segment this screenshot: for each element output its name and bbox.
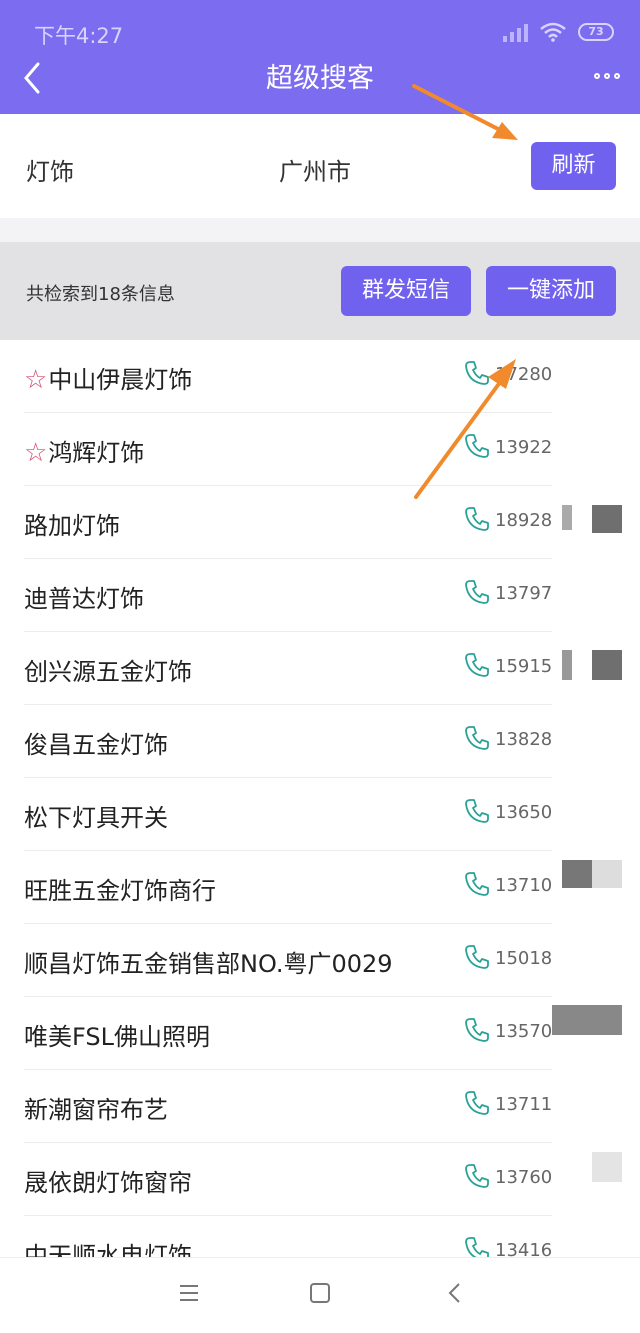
company-name: 俊昌五金灯饰 — [24, 725, 168, 760]
wifi-icon — [540, 22, 566, 42]
bulk-sms-button[interactable]: 群发短信 — [341, 266, 471, 316]
company-name-text: 中山伊晨灯饰 — [48, 366, 193, 394]
company-name-text: 新潮窗帘布艺 — [24, 1096, 168, 1124]
phone-icon[interactable] — [464, 1163, 490, 1189]
company-name-text: 旺胜五金灯饰商行 — [24, 877, 216, 905]
phone-icon[interactable] — [464, 579, 490, 605]
company-name: 唯美FSL佛山照明 — [24, 1017, 210, 1052]
company-name: 松下灯具开关 — [24, 798, 168, 833]
list-item[interactable]: 旺胜五金灯饰商行 13710 — [24, 851, 640, 924]
battery-icon: 73 — [578, 23, 614, 41]
company-name-text: 顺昌灯饰五金销售部NO.粤广0029 — [24, 950, 393, 978]
company-name-text: 俊昌五金灯饰 — [24, 731, 168, 759]
page-title: 超级搜客 — [266, 63, 374, 94]
phone-icon[interactable] — [464, 871, 490, 897]
list-item[interactable]: 唯美FSL佛山照明 13570 — [24, 997, 640, 1070]
status-bar: 下午4:27 73 — [0, 0, 640, 64]
company-name: ☆中山伊晨灯饰 — [24, 360, 192, 395]
list-item[interactable]: 创兴源五金灯饰 15915 — [24, 632, 640, 705]
list-item[interactable]: 迪普达灯饰 13797 — [24, 559, 640, 632]
more-icon[interactable] — [594, 66, 622, 86]
company-name-text: 鸿辉灯饰 — [48, 439, 145, 467]
system-nav-bar — [0, 1257, 640, 1333]
phone-icon[interactable] — [464, 506, 490, 532]
home-icon[interactable] — [309, 1282, 331, 1304]
list-item[interactable]: 路加灯饰 18928 — [24, 486, 640, 559]
menu-icon[interactable] — [178, 1282, 200, 1304]
company-name: 晟依朗灯饰窗帘 — [24, 1163, 192, 1198]
phone-icon[interactable] — [464, 798, 490, 824]
results-summary-bar: 共检索到18条信息 群发短信 一键添加 — [0, 242, 640, 340]
phone-icon[interactable] — [464, 1090, 490, 1116]
company-name: ☆鸿辉灯饰 — [24, 433, 144, 468]
refresh-button[interactable]: 刷新 — [531, 142, 616, 190]
star-outline-icon[interactable]: ☆ — [24, 365, 47, 395]
company-name: 路加灯饰 — [24, 506, 120, 541]
phone-icon[interactable] — [464, 360, 490, 386]
keyword-selector[interactable]: 灯饰 — [26, 152, 74, 187]
back-nav-icon[interactable] — [444, 1282, 466, 1304]
company-name: 创兴源五金灯饰 — [24, 652, 192, 687]
section-divider — [0, 218, 640, 242]
list-item[interactable]: 新潮窗帘布艺 13711 — [24, 1070, 640, 1143]
search-filter-bar: 灯饰 广州市 刷新 — [0, 114, 640, 218]
list-item[interactable]: 晟依朗灯饰窗帘 13760 — [24, 1143, 640, 1216]
company-name: 顺昌灯饰五金销售部NO.粤广0029 — [24, 944, 393, 979]
phone-icon[interactable] — [464, 725, 490, 751]
company-name: 迪普达灯饰 — [24, 579, 144, 614]
phone-icon[interactable] — [464, 1017, 490, 1043]
company-name-text: 创兴源五金灯饰 — [24, 658, 192, 686]
list-item[interactable]: ☆鸿辉灯饰 13922 — [24, 413, 640, 486]
signal-icon — [503, 22, 528, 42]
list-item[interactable]: 俊昌五金灯饰 13828 — [24, 705, 640, 778]
company-name: 旺胜五金灯饰商行 — [24, 871, 216, 906]
add-all-button[interactable]: 一键添加 — [486, 266, 616, 316]
phone-icon[interactable] — [464, 944, 490, 970]
phone-icon[interactable] — [464, 652, 490, 678]
star-outline-icon[interactable]: ☆ — [24, 438, 47, 468]
result-count: 共检索到18条信息 — [26, 284, 175, 305]
list-item[interactable]: 松下灯具开关 13650 — [24, 778, 640, 851]
list-item[interactable]: 顺昌灯饰五金销售部NO.粤广0029 15018 — [24, 924, 640, 997]
company-name-text: 晟依朗灯饰窗帘 — [24, 1169, 192, 1197]
status-time: 下午4:27 — [34, 24, 124, 48]
company-name-text: 松下灯具开关 — [24, 804, 168, 832]
company-name-text: 唯美FSL佛山照明 — [24, 1023, 210, 1051]
company-name: 新潮窗帘布艺 — [24, 1090, 168, 1125]
phone-icon[interactable] — [464, 433, 490, 459]
company-name-text: 路加灯饰 — [24, 512, 120, 540]
city-selector[interactable]: 广州市 — [279, 152, 351, 187]
company-name-text: 迪普达灯饰 — [24, 585, 144, 613]
results-list: ☆中山伊晨灯饰 172809 ☆鸿辉灯饰 13922 路加灯饰 18928 迪普达灯饰 137… — [0, 340, 640, 1289]
list-item[interactable]: ☆中山伊晨灯饰 172809 — [24, 340, 640, 413]
status-icons: 73 — [503, 22, 614, 42]
app-header: 下午4:27 73 超级搜客 — [0, 0, 640, 114]
redaction-area — [552, 340, 640, 1255]
